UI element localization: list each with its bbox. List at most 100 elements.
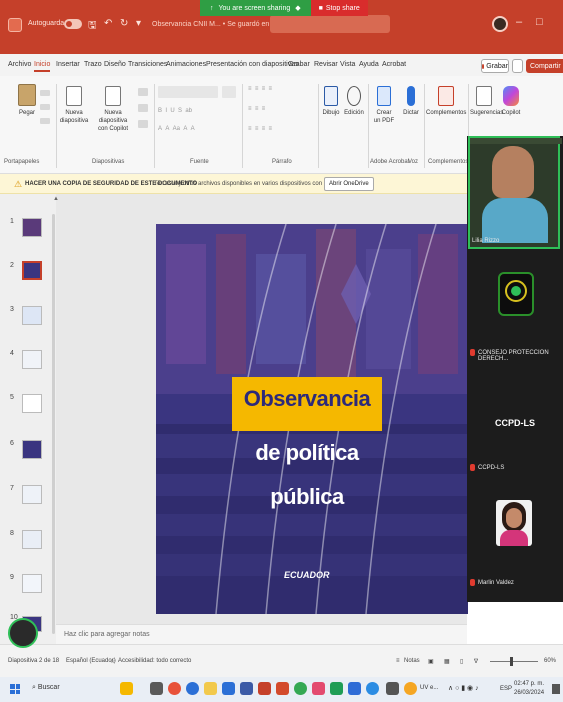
notes-pane[interactable]: Haz clic para agregar notas <box>56 624 467 644</box>
save-icon[interactable]: 🖫 <box>88 18 97 35</box>
tab-animaciones[interactable]: Animaciones <box>166 61 206 68</box>
create-pdf-button[interactable]: Crear un PDF <box>370 86 398 125</box>
font-size-box[interactable] <box>222 86 236 98</box>
copilot-button[interactable]: Copilot <box>499 86 523 117</box>
align-buttons[interactable]: ≡ ≡ ≡ ≡ <box>248 126 272 132</box>
weather-icon[interactable] <box>404 682 417 695</box>
tab-vista[interactable]: Vista <box>340 61 355 68</box>
slide-thumbnail-9[interactable] <box>22 574 42 593</box>
task-view-icon[interactable] <box>150 682 163 695</box>
zoom-slider[interactable] <box>490 661 538 662</box>
normal-view-icon[interactable]: ▣ <box>428 658 434 665</box>
slide-thumbnail-4[interactable] <box>22 350 42 369</box>
slide-thumbnail-8[interactable] <box>22 530 42 549</box>
office-icon[interactable] <box>276 682 289 695</box>
tab-transiciones[interactable]: Transiciones <box>128 61 167 68</box>
thumbnails-scrollbar[interactable] <box>52 214 55 634</box>
tab-presentacion[interactable]: Presentación con diapositivas <box>206 61 299 68</box>
tab-grabar[interactable]: Grabar <box>288 61 310 68</box>
section-icon[interactable] <box>138 120 148 128</box>
slide-sorter-icon[interactable]: ▦ <box>444 658 450 665</box>
record-button[interactable]: Grabar <box>481 59 509 73</box>
paste-button[interactable]: Pegar <box>10 84 44 117</box>
slide-thumbnail-2[interactable] <box>22 261 42 280</box>
powerpoint-taskbar-icon[interactable] <box>258 682 271 695</box>
tab-diseno[interactable]: Diseño <box>104 61 126 68</box>
autosave-toggle[interactable] <box>64 19 82 29</box>
participant-video-tile[interactable] <box>468 136 562 249</box>
tab-archivo[interactable]: Archivo <box>8 61 31 68</box>
new-slide-button[interactable]: Nueva diapositiva <box>58 86 90 125</box>
comments-button[interactable] <box>512 59 523 73</box>
system-tray-icons[interactable]: ∧ ○ ▮ ◉ ♪ <box>448 684 479 692</box>
windows-start-icon[interactable] <box>10 684 20 694</box>
taskbar-clock[interactable]: 02:47 p. m. 26/03/2024 <box>514 680 544 698</box>
zoom-level[interactable]: 60% <box>544 658 556 664</box>
store-icon[interactable] <box>222 682 235 695</box>
language-status[interactable]: Español (Ecuador) <box>66 658 116 664</box>
title-search-box[interactable] <box>270 15 390 33</box>
tab-ayuda[interactable]: Ayuda <box>359 61 379 68</box>
widgets-icon[interactable] <box>120 682 133 695</box>
meeting-floating-avatar[interactable] <box>8 618 38 648</box>
slide-thumbnail-3[interactable] <box>22 306 42 325</box>
font-name-box[interactable] <box>158 86 218 98</box>
presenter-icon[interactable]: ∇ <box>474 658 478 665</box>
format-painter-icon[interactable] <box>40 118 50 124</box>
zoom-icon[interactable] <box>366 682 379 695</box>
input-language[interactable]: ESP <box>500 686 512 692</box>
list-buttons[interactable]: ≡ ≡ ≡ ≡ <box>248 86 272 92</box>
dictate-button[interactable]: Dictar <box>400 86 422 117</box>
tab-inicio[interactable]: Inicio <box>34 61 51 72</box>
suggestions-button[interactable]: Sugerencias <box>470 86 503 117</box>
maximize-icon[interactable]: □ <box>536 16 543 28</box>
tab-trazo[interactable]: Trazo <box>84 61 102 68</box>
notes-button[interactable]: Notas <box>404 658 420 664</box>
app-icon[interactable] <box>312 682 325 695</box>
word-icon[interactable] <box>348 682 361 695</box>
tab-insertar[interactable]: Insertar <box>56 61 80 68</box>
slide-thumbnail-7[interactable] <box>22 485 42 504</box>
tab-revisar[interactable]: Revisar <box>314 61 338 68</box>
edge-icon[interactable] <box>186 682 199 695</box>
slide-thumbnail-6[interactable] <box>22 440 42 459</box>
minimize-icon[interactable]: – <box>516 16 522 28</box>
tab-acrobat[interactable]: Acrobat <box>382 61 406 68</box>
excel-icon[interactable] <box>330 682 343 695</box>
slide-thumbnail-1[interactable] <box>22 218 42 237</box>
accessibility-status[interactable]: Accesibilidad: todo correcto <box>118 658 191 664</box>
stop-share-button[interactable]: ■ Stop share <box>310 0 368 16</box>
font-style-buttons[interactable]: B I U S ab <box>158 108 192 114</box>
screen-sharing-indicator[interactable]: ↑ You are screen sharing ◆ <box>200 0 311 16</box>
copy-icon[interactable] <box>40 104 50 110</box>
layout-icon[interactable] <box>138 88 148 96</box>
google-icon[interactable] <box>294 682 307 695</box>
chrome-icon[interactable] <box>168 682 181 695</box>
settings-icon[interactable] <box>386 682 399 695</box>
zoom-slider-thumb[interactable] <box>510 657 513 666</box>
weather-label[interactable]: UV e... <box>420 685 438 691</box>
draw-button[interactable]: Dibujo <box>320 86 342 117</box>
slide-title-line-2[interactable]: de política <box>220 440 394 466</box>
collapse-icon[interactable]: ▲ <box>53 196 59 202</box>
font-color-buttons[interactable]: A A Aa A A <box>158 126 195 132</box>
slide-title-line-3[interactable]: pública <box>220 484 394 510</box>
redo-icon[interactable]: ↻ <box>120 18 128 29</box>
cut-icon[interactable] <box>40 90 50 96</box>
notifications-icon[interactable] <box>552 684 560 694</box>
reading-view-icon[interactable]: ▯ <box>460 658 463 665</box>
customize-qat-icon[interactable]: ▾ <box>136 18 141 29</box>
slide-thumbnail-5[interactable] <box>22 394 42 413</box>
slide-title-line-1[interactable]: Observancia <box>232 386 382 412</box>
undo-icon[interactable]: ↶ <box>104 18 112 29</box>
copilot-slide-button[interactable]: Nueva diapositiva con Copilot <box>90 86 136 133</box>
addins-button[interactable]: Complementos <box>426 86 466 117</box>
avatar[interactable] <box>492 16 508 32</box>
reset-icon[interactable] <box>138 104 148 112</box>
share-button[interactable]: Compartir <box>526 59 563 73</box>
file-explorer-icon[interactable] <box>204 682 217 695</box>
edit-button[interactable]: Edición <box>342 86 366 117</box>
open-onedrive-button[interactable]: Abrir OneDrive <box>324 177 374 191</box>
taskbar-search[interactable]: ⌕ Buscar <box>32 684 60 692</box>
outlook-icon[interactable] <box>240 682 253 695</box>
